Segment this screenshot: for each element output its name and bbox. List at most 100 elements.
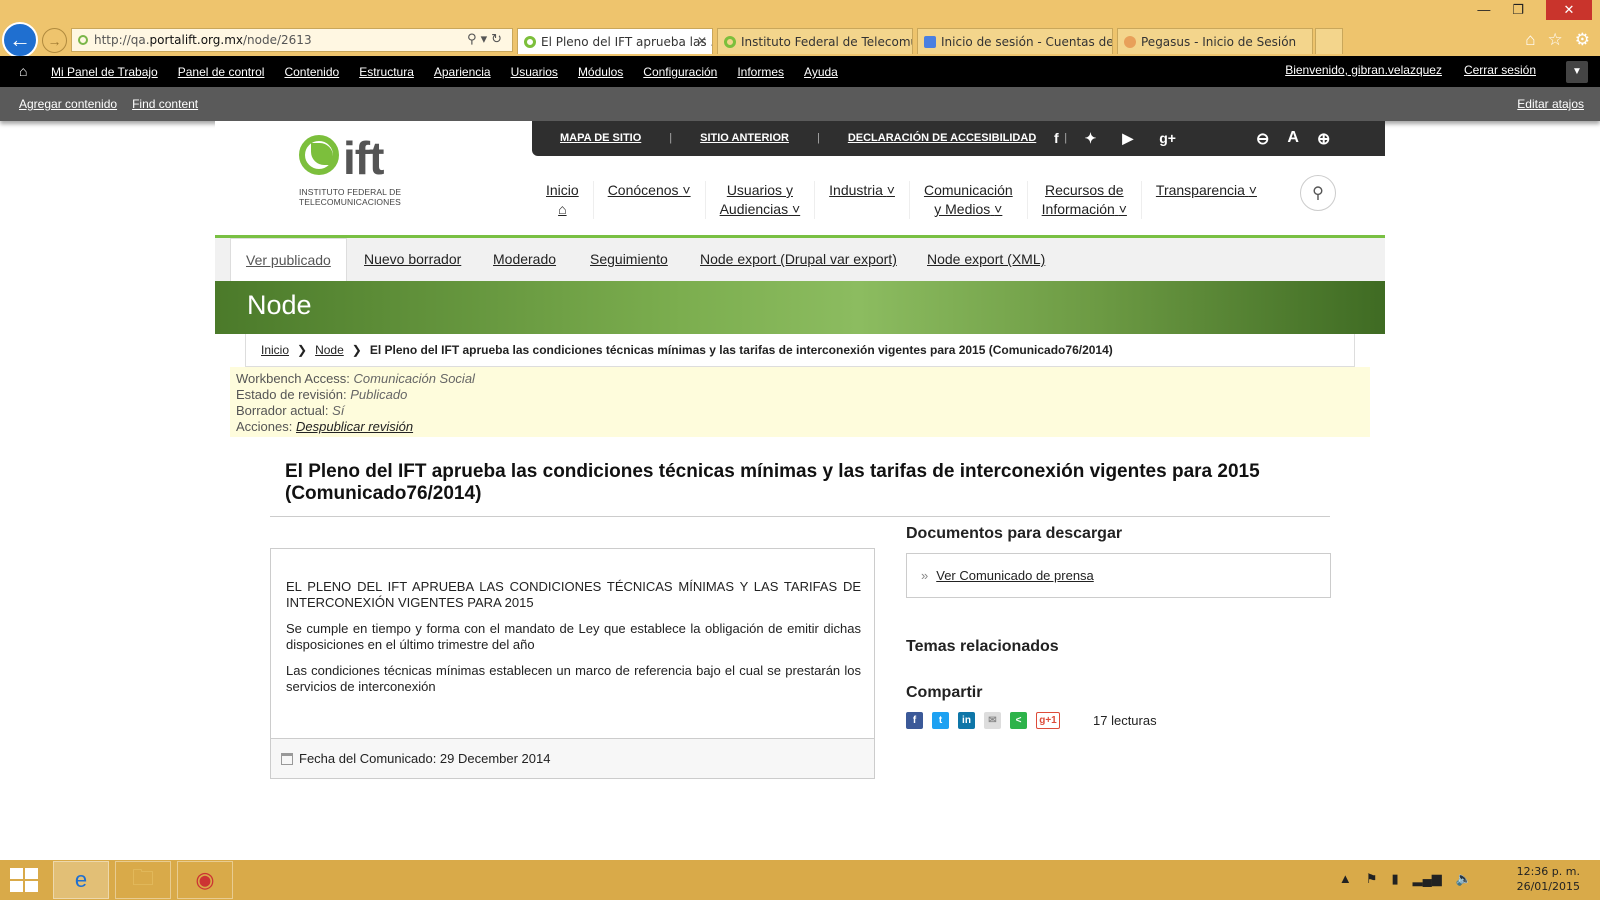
welcome-user-link[interactable]: Bienvenido, gibran.velazquez [1285, 63, 1442, 77]
nav-label: Usuarios y [726, 182, 793, 198]
separator: | [669, 132, 673, 144]
admin-menu-usuarios[interactable]: Usuarios [511, 65, 558, 79]
tab-node-export-xml[interactable]: Node export (XML) [912, 238, 1060, 281]
browser-tab-2[interactable]: Instituto Federal de Telecomu... [717, 28, 913, 54]
admin-menu-configuracion[interactable]: Configuración [643, 65, 717, 79]
facebook-icon[interactable]: f [1054, 130, 1059, 147]
restore-icon[interactable]: ❐ [1512, 2, 1524, 20]
utility-bar: MAPA DE SITIO | SITIO ANTERIOR | DECLARA… [532, 121, 1385, 156]
tab-ver-publicado[interactable]: Ver publicado [230, 238, 347, 281]
taskbar-chrome[interactable]: ◉ [177, 861, 233, 899]
nav-transparencia[interactable]: Transparencia ˅ [1140, 181, 1271, 219]
facebook-share-icon[interactable]: f [906, 712, 923, 729]
back-button[interactable]: ← [2, 22, 38, 58]
close-window-icon[interactable]: ✕ [1546, 0, 1592, 20]
admin-menu-panel-trabajo[interactable]: Mi Panel de Trabajo [51, 65, 158, 79]
shortcut-find-content[interactable]: Find content [132, 97, 198, 111]
nav-recursos-informacion[interactable]: Recursos de Información ˅ [1026, 181, 1141, 219]
start-button[interactable] [10, 868, 38, 892]
tab-label: Inicio de sesión - Cuentas de G... [941, 34, 1113, 49]
browser-tab-1[interactable]: El Pleno del IFT aprueba las ... ✕ [517, 28, 713, 54]
forward-button[interactable]: → [42, 28, 67, 53]
url-domain: portalift.org.mx [149, 33, 243, 47]
email-share-icon[interactable]: ✉ [984, 712, 1001, 729]
press-release-link[interactable]: Ver Comunicado de prensa [936, 568, 1094, 583]
share-icon[interactable]: < [1010, 712, 1027, 729]
admin-menu-ayuda[interactable]: Ayuda [804, 65, 838, 79]
taskbar-internet-explorer[interactable]: e [53, 861, 109, 899]
utility-links: MAPA DE SITIO | SITIO ANTERIOR | DECLARA… [560, 132, 1067, 144]
twitter-share-icon[interactable]: t [932, 712, 949, 729]
windows-taskbar: e 🗀 ◉ ▲ ⚑ ▮ ▂▄▆ 🔈 12:36 p. m. 26/01/2015 [0, 860, 1600, 900]
home-icon[interactable]: ⌂ [1525, 30, 1535, 50]
minimize-icon[interactable]: — [1477, 2, 1490, 20]
admin-menu-contenido[interactable]: Contenido [284, 65, 339, 79]
sitemap-link[interactable]: MAPA DE SITIO [560, 132, 641, 144]
tab-moderado[interactable]: Moderado [478, 238, 571, 281]
tab-node-export-drupal[interactable]: Node export (Drupal var export) [685, 238, 912, 281]
action-center-flag-icon[interactable]: ⚑ [1366, 871, 1378, 887]
nav-inicio[interactable]: Inicio ⌂ [532, 181, 593, 219]
linkedin-share-icon[interactable]: in [958, 712, 975, 729]
address-controls[interactable]: ⚲▾↻ [467, 32, 506, 47]
workbench-info: Workbench Access: Comunicación Social Es… [230, 367, 1370, 437]
nav-comunicacion-medios[interactable]: Comunicación y Medios ˅ [908, 181, 1027, 219]
search-icon[interactable]: ⚲ [467, 32, 481, 47]
taskbar-file-explorer[interactable]: 🗀 [115, 861, 171, 899]
unpublish-revision-link[interactable]: Despublicar revisión [296, 419, 413, 434]
browser-tab-4[interactable]: Pegasus - Inicio de Sesión [1117, 28, 1313, 54]
battery-icon[interactable]: ▮ [1391, 871, 1398, 887]
documents-heading: Documentos para descargar [906, 525, 1123, 542]
page-title: El Pleno del IFT aprueba las condiciones… [285, 461, 1260, 504]
system-clock[interactable]: 12:36 p. m. 26/01/2015 [1517, 864, 1580, 894]
address-bar[interactable]: http://qa. portalift.org.mx/node/2613 ⚲▾↻ [71, 28, 513, 52]
nav-usuarios-audiencias[interactable]: Usuarios y Audiencias ˅ [704, 181, 815, 219]
logo-word: ift [343, 132, 384, 184]
toolbar-toggle-button[interactable]: ▼ [1566, 61, 1588, 83]
zoom-out-icon[interactable]: ⊖ [1256, 129, 1269, 149]
windows-logo-icon [10, 868, 23, 879]
ift-logo[interactable]: ift INSTITUTO FEDERAL DE TELECOMUNICACION… [299, 133, 409, 213]
breadcrumb-home[interactable]: Inicio [261, 343, 289, 357]
google-plus-one-icon[interactable]: g+1 [1036, 712, 1060, 729]
admin-menu-modulos[interactable]: Módulos [578, 65, 623, 79]
previous-site-link[interactable]: SITIO ANTERIOR [700, 132, 789, 144]
show-hidden-icons-icon[interactable]: ▲ [1339, 871, 1352, 887]
tab-nuevo-borrador[interactable]: Nuevo borrador [349, 238, 476, 281]
article-paragraph: Se cumple en tiempo y forma con el manda… [286, 621, 861, 652]
dropdown-icon[interactable]: ▾ [481, 32, 492, 47]
workbench-access-value: Comunicación Social [353, 371, 475, 386]
nav-label-2: Audiencias [719, 201, 789, 217]
network-signal-icon[interactable]: ▂▄▆ [1413, 871, 1442, 887]
tab-seguimiento[interactable]: Seguimiento [575, 238, 683, 281]
edit-shortcuts-link[interactable]: Editar atajos [1517, 97, 1584, 111]
new-tab-button[interactable] [1315, 28, 1343, 54]
nav-industria[interactable]: Industria ˅ [814, 181, 909, 219]
admin-menu-panel-control[interactable]: Panel de control [178, 65, 265, 79]
font-size-icon[interactable]: A [1287, 129, 1299, 149]
breadcrumb-node[interactable]: Node [315, 343, 344, 357]
volume-icon[interactable]: 🔈 [1456, 871, 1472, 887]
logout-link[interactable]: Cerrar sesión [1464, 63, 1536, 77]
shortcut-add-content[interactable]: Agregar contenido [19, 97, 117, 111]
refresh-icon[interactable]: ↻ [491, 32, 506, 47]
twitter-icon[interactable]: ✦ [1085, 130, 1097, 147]
browser-tab-3[interactable]: Inicio de sesión - Cuentas de G... [917, 28, 1113, 54]
google-plus-icon[interactable]: g+ [1159, 130, 1176, 147]
close-tab-icon[interactable]: ✕ [697, 34, 707, 48]
youtube-icon[interactable]: ▶ [1122, 130, 1133, 147]
article-date-footer: Fecha del Comunicado: 29 December 2014 [271, 738, 874, 778]
admin-menu-informes[interactable]: Informes [737, 65, 784, 79]
zoom-in-icon[interactable]: ⊕ [1317, 129, 1330, 149]
text-size-controls: ⊖ A ⊕ [1256, 129, 1330, 149]
admin-menu-apariencia[interactable]: Apariencia [434, 65, 491, 79]
settings-gear-icon[interactable]: ⚙ [1575, 30, 1590, 50]
nav-conocenos[interactable]: Conócenos ˅ [592, 181, 705, 219]
windows-logo-icon [25, 881, 38, 892]
accessibility-link[interactable]: DECLARACIÓN DE ACCESIBILIDAD [848, 132, 1036, 144]
site-search-button[interactable]: ⚲ [1300, 175, 1336, 211]
chevron-right-icon: ❯ [297, 343, 308, 357]
favorites-star-icon[interactable]: ☆ [1548, 30, 1563, 50]
admin-menu-estructura[interactable]: Estructura [359, 65, 414, 79]
home-icon[interactable]: ⌂ [19, 63, 27, 79]
